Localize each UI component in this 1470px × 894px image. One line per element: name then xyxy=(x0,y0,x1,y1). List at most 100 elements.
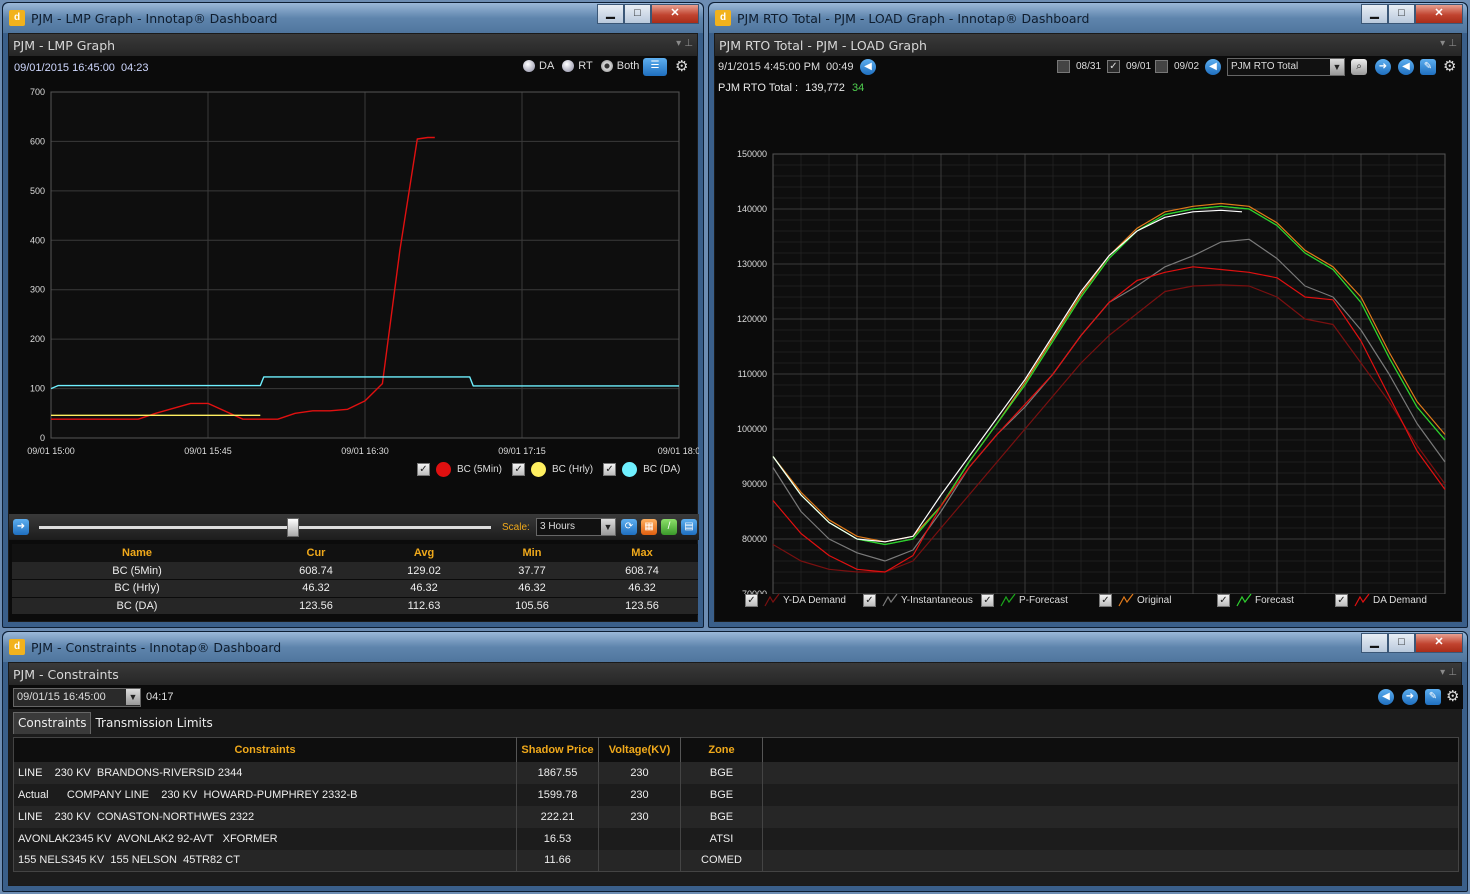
load-titlebar[interactable]: d PJM RTO Total - PJM - LOAD Graph - Inn… xyxy=(709,3,1467,33)
y-tick-label: 140000 xyxy=(737,204,767,214)
table-row[interactable]: Actual COMPANY LINE 230 KV HOWARD-PUMPHR… xyxy=(13,783,1459,806)
maximize-icon[interactable]: □ xyxy=(1388,4,1415,24)
gear-icon[interactable]: ⚙ xyxy=(675,59,688,75)
area-select[interactable]: PJM RTO Total ▼ xyxy=(1227,58,1345,76)
edit-icon[interactable]: ✎ xyxy=(1420,59,1436,75)
pin-icon[interactable]: ▾ ⊥ xyxy=(676,38,693,49)
mode-radios: DA RT Both xyxy=(523,60,639,73)
legend-item[interactable]: ✓ DA Demand xyxy=(1335,593,1453,607)
sound-icon[interactable]: ◀ xyxy=(1205,59,1221,75)
table-row[interactable]: 155 NELS345 KV 155 NELSON 45TR82 CT 11.66… xyxy=(13,849,1459,872)
constraints-toolbar: 09/01/15 16:45:00 ▼ 04:17 ◀ ➜ ✎ ⚙ xyxy=(9,685,1463,709)
close-icon[interactable]: ✕ xyxy=(651,4,699,24)
legend-checkbox[interactable]: ✓ xyxy=(863,593,876,607)
minimize-icon[interactable]: ▁ xyxy=(597,4,624,24)
pin-icon[interactable]: ▾ ⊥ xyxy=(1440,667,1457,678)
y-tick-label: 700 xyxy=(30,87,45,97)
load-summary: PJM RTO Total : 139,772 34 xyxy=(718,82,864,94)
scale-select[interactable]: 3 Hours ▼ xyxy=(536,518,616,536)
lmp-table-body: BC (5Min) 608.74 129.02 37.77 608.74 BC (Hrly… xyxy=(12,562,698,615)
table-row[interactable]: BC (5Min) 608.74 129.02 37.77 608.74 xyxy=(12,562,698,580)
legend-checkbox[interactable]: ✓ xyxy=(1217,593,1230,607)
legend-item[interactable]: ✓ Y-DA Demand xyxy=(745,593,863,607)
sound-icon[interactable]: ◀ xyxy=(1398,59,1414,75)
legend-item[interactable]: ✓ Y-Instantaneous xyxy=(863,593,981,607)
minimize-icon[interactable]: ▁ xyxy=(1361,633,1388,653)
window-title: PJM - Constraints - Innotap® Dashboard xyxy=(31,640,282,655)
legend-item[interactable]: ✓ P-Forecast xyxy=(981,593,1099,607)
legend-item-bcda[interactable]: ✓ BC (DA) xyxy=(603,462,680,477)
app-logo-icon: d xyxy=(9,639,25,655)
constraints-titlebar[interactable]: d PJM - Constraints - Innotap® Dashboard… xyxy=(3,632,1467,662)
gear-icon[interactable]: ⚙ xyxy=(1446,689,1459,705)
radio-both[interactable]: Both xyxy=(600,60,639,73)
export-icon[interactable]: ▤ xyxy=(681,519,697,535)
maximize-icon[interactable]: □ xyxy=(624,4,651,24)
table-cell: 46.32 xyxy=(410,582,438,595)
tab-constraints[interactable]: Constraints xyxy=(13,712,92,734)
lmp-titlebar[interactable]: d PJM - LMP Graph - Innotap® Dashboard ▁… xyxy=(3,3,703,33)
filler-cell xyxy=(763,806,1459,828)
search-icon[interactable]: ⌕ xyxy=(1351,59,1367,75)
table-cell: 46.32 xyxy=(302,582,330,595)
datetime-select[interactable]: 09/01/15 16:45:00 ▼ xyxy=(13,688,141,707)
constraints-table: Constraints Shadow Price Voltage(KV) Zon… xyxy=(13,737,1459,872)
col-constraints[interactable]: Constraints xyxy=(13,737,517,762)
col-cur[interactable]: Cur xyxy=(262,544,370,562)
refresh-icon[interactable]: ⟳ xyxy=(621,519,637,535)
gear-icon[interactable]: ⚙ xyxy=(1443,59,1456,75)
sound-icon[interactable]: ◀ xyxy=(860,59,876,75)
list-icon[interactable]: ☰ xyxy=(643,58,667,76)
maximize-icon[interactable]: □ xyxy=(1388,633,1415,653)
col-avg[interactable]: Avg xyxy=(370,544,478,562)
load-chart: 7000080000900001000001100001200001300001… xyxy=(737,149,1446,594)
play-icon[interactable]: ➜ xyxy=(13,519,29,535)
edit-icon[interactable]: ✎ xyxy=(1425,689,1441,705)
minimize-icon[interactable]: ▁ xyxy=(1361,4,1388,24)
sound-icon[interactable]: ◀ xyxy=(1378,689,1394,705)
grid-icon[interactable]: ▦ xyxy=(641,519,657,535)
table-row[interactable]: LINE 230 KV CONASTON-NORTHWES 2322 222.21… xyxy=(13,805,1459,828)
col-shadow-price[interactable]: Shadow Price xyxy=(516,737,599,762)
date-0831[interactable]: 08/31 xyxy=(1057,60,1101,73)
slider-thumb[interactable] xyxy=(287,518,299,537)
radio-da[interactable]: DA xyxy=(523,60,554,73)
time-slider[interactable] xyxy=(39,526,491,529)
date-0902[interactable]: 09/02 xyxy=(1155,60,1199,73)
close-icon[interactable]: ✕ xyxy=(1415,633,1463,653)
table-cell: 1867.55 xyxy=(516,761,599,784)
legend-item-bc5min[interactable]: ✓ BC (5Min) xyxy=(417,462,502,477)
tab-transmission-limits[interactable]: Transmission Limits xyxy=(91,712,216,734)
date-0901[interactable]: ✓ 09/01 xyxy=(1107,60,1151,73)
table-row[interactable]: BC (Hrly) 46.32 46.32 46.32 46.32 xyxy=(12,579,698,597)
col-max[interactable]: Max xyxy=(586,544,698,562)
col-voltage[interactable]: Voltage(KV) xyxy=(598,737,681,762)
col-min[interactable]: Min xyxy=(478,544,586,562)
table-cell xyxy=(598,849,681,872)
table-row[interactable]: LINE 230 KV BRANDONS-RIVERSID 2344 1867.5… xyxy=(13,761,1459,784)
draw-icon[interactable]: / xyxy=(661,519,677,535)
window-title: PJM - LMP Graph - Innotap® Dashboard xyxy=(31,11,278,26)
play-icon[interactable]: ➜ xyxy=(1402,689,1418,705)
table-row[interactable]: BC (DA) 123.56 112.63 105.56 123.56 xyxy=(12,597,698,615)
legend-checkbox[interactable]: ✓ xyxy=(1099,593,1112,607)
table-cell: 11.66 xyxy=(516,849,599,872)
legend-checkbox[interactable]: ✓ xyxy=(745,593,758,607)
table-row[interactable]: AVONLAK2345 KV AVONLAK2 92-AVT XFORMER 16… xyxy=(13,827,1459,850)
table-cell: BGE xyxy=(680,805,763,828)
elapsed: 04:17 xyxy=(146,691,174,703)
legend-label: Original xyxy=(1137,594,1172,606)
pin-icon[interactable]: ▾ ⊥ xyxy=(1440,38,1457,49)
legend-label: Y-DA Demand xyxy=(783,594,846,606)
legend-item[interactable]: ✓ Forecast xyxy=(1217,593,1335,607)
table-cell: 105.56 xyxy=(515,599,549,612)
legend-item[interactable]: ✓ Original xyxy=(1099,593,1217,607)
close-icon[interactable]: ✕ xyxy=(1415,4,1463,24)
legend-checkbox[interactable]: ✓ xyxy=(981,593,994,607)
col-name[interactable]: Name xyxy=(12,544,262,562)
legend-checkbox[interactable]: ✓ xyxy=(1335,593,1348,607)
col-zone[interactable]: Zone xyxy=(680,737,763,762)
legend-item-bchrly[interactable]: ✓ BC (Hrly) xyxy=(512,462,593,477)
play-icon[interactable]: ➜ xyxy=(1375,59,1391,75)
radio-rt[interactable]: RT xyxy=(562,60,593,73)
